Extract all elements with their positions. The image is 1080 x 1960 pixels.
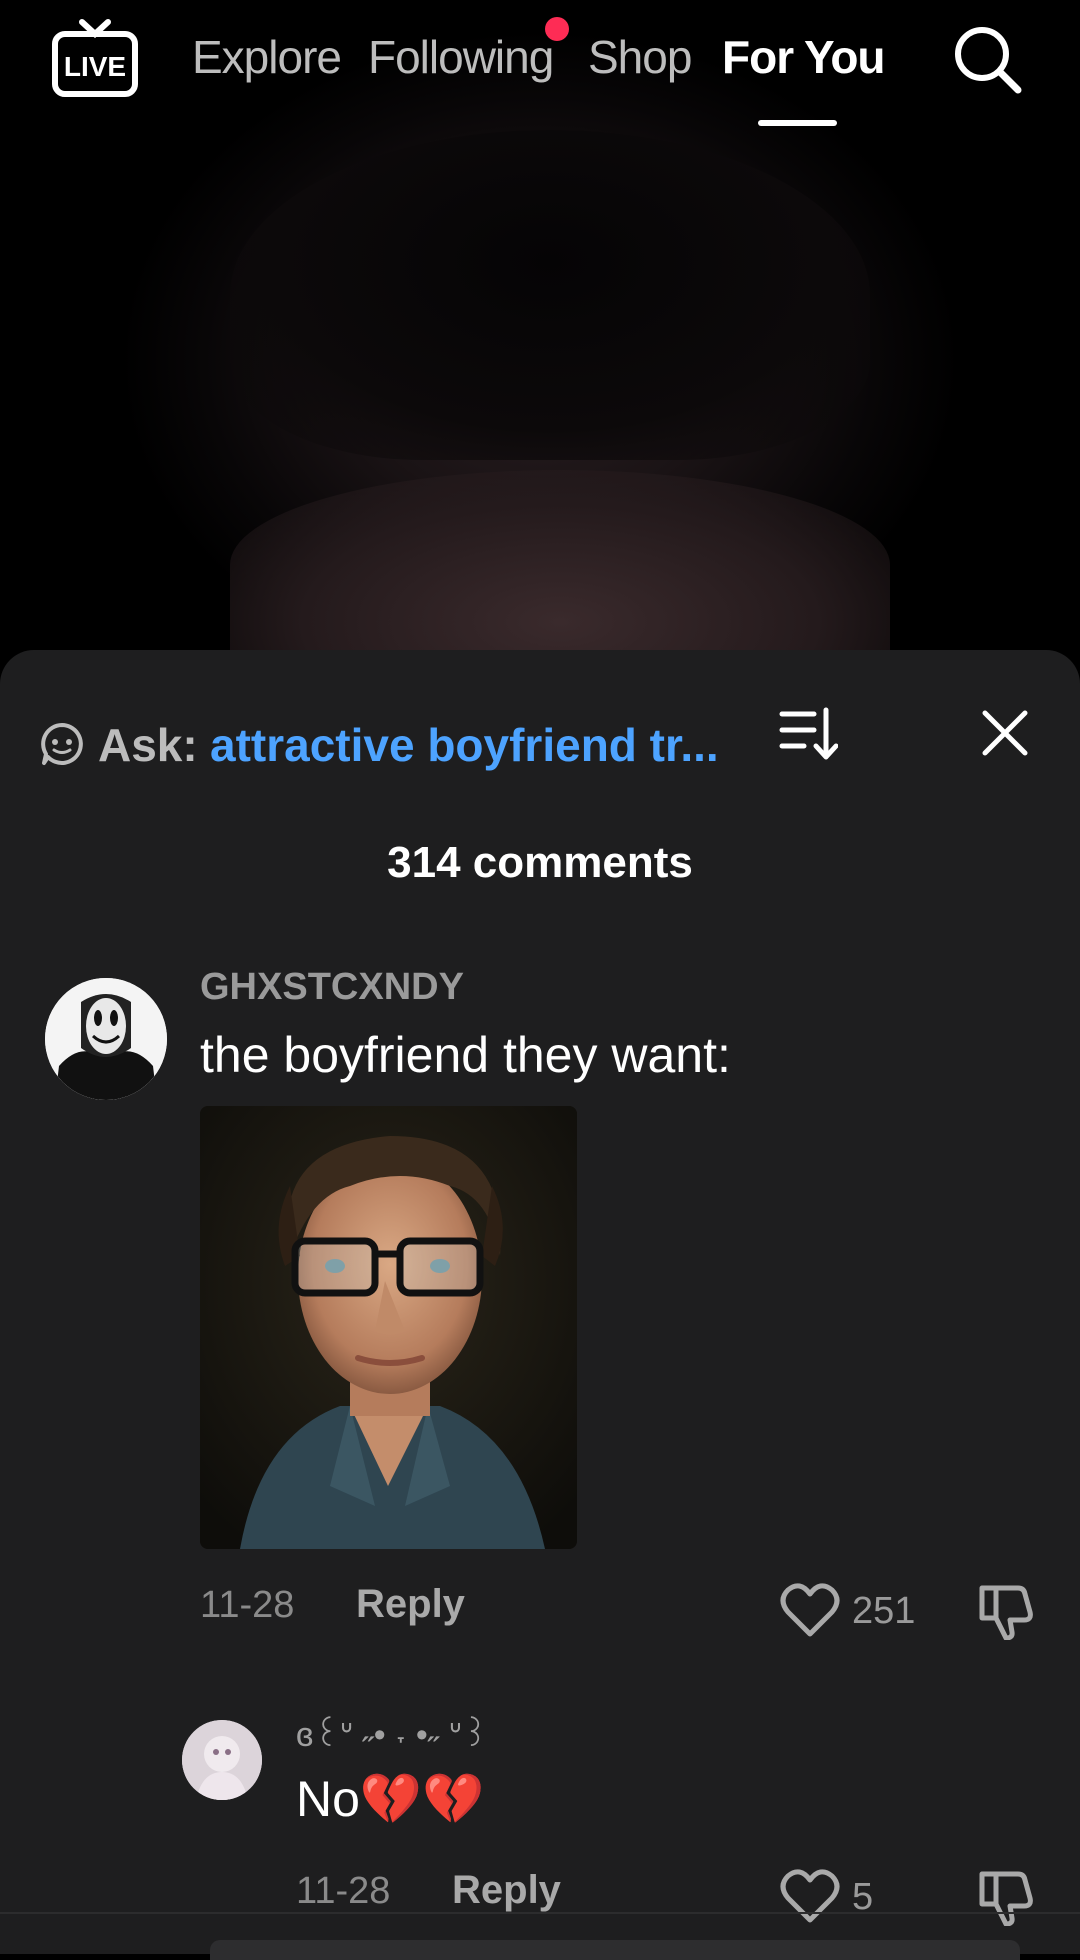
comment-input-bar[interactable] bbox=[210, 1940, 1020, 1960]
tab-shop[interactable]: Shop bbox=[588, 30, 692, 84]
comment-username[interactable]: ɞ꒰ᐡ ˶• ˕ •˶ ᐡ꒱ bbox=[296, 1710, 488, 1755]
tab-for-you[interactable]: For You bbox=[722, 30, 886, 84]
avatar[interactable] bbox=[182, 1720, 262, 1800]
notification-dot bbox=[545, 17, 569, 41]
comment-reply-item: ɞ꒰ᐡ ˶• ˕ •˶ ᐡ꒱ No💔💔 11-28 Reply 5 bbox=[0, 650, 1080, 1926]
reply-button[interactable]: Reply bbox=[452, 1868, 561, 1913]
comment-text: No💔💔 bbox=[296, 1771, 485, 1827]
input-bar-divider bbox=[0, 1912, 1080, 1914]
tab-following[interactable]: Following bbox=[368, 30, 554, 84]
heart-icon[interactable] bbox=[780, 1868, 840, 1924]
live-tv-icon[interactable]: LIVE bbox=[52, 18, 138, 98]
video-subject-hair bbox=[230, 130, 870, 460]
tab-explore[interactable]: Explore bbox=[192, 30, 342, 84]
active-tab-indicator bbox=[758, 120, 837, 126]
video-subject-face bbox=[230, 470, 890, 660]
live-label: LIVE bbox=[64, 51, 126, 82]
comment-date: 11-28 bbox=[296, 1870, 391, 1912]
top-navigation: LIVE Explore Following Shop For You bbox=[0, 0, 1080, 130]
comments-sheet: Ask: attractive boyfriend tr... 314 comm… bbox=[0, 650, 1080, 1960]
search-icon[interactable] bbox=[950, 22, 1024, 96]
dislike-icon[interactable] bbox=[978, 1868, 1038, 1926]
character-avatar-icon bbox=[182, 1720, 262, 1800]
